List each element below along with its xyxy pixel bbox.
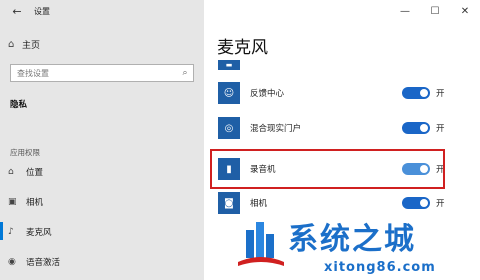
page-title: 麦克风 — [217, 38, 268, 58]
voice-activation-icon: ◉ — [8, 257, 16, 267]
microphone-icon: ♪ — [8, 227, 14, 237]
sidebar-item-microphone[interactable]: ♪ 麦克风 — [0, 222, 52, 240]
search-placeholder: 查找设置 — [17, 68, 49, 78]
back-arrow-icon[interactable]: ← — [6, 0, 28, 22]
home-icon: ⌂ — [8, 39, 15, 50]
sidebar-item-camera[interactable]: ▣ 相机 — [8, 196, 43, 208]
minimize-icon[interactable]: — — [390, 0, 420, 22]
watermark-url: xitong86.com — [324, 260, 436, 275]
watermark-text: 系统之城 — [288, 222, 416, 257]
app-name: 混合现实门户 — [250, 124, 302, 134]
feedback-hub-icon: ☺ — [218, 82, 240, 104]
watermark: 系统之城 xitong86.com — [236, 210, 480, 280]
mixed-reality-icon: ◎ — [218, 117, 240, 139]
section-heading-privacy: 隐私 — [10, 100, 28, 110]
nav-home[interactable]: ⌂ 主页 — [8, 38, 40, 51]
active-indicator — [0, 222, 3, 240]
search-icon[interactable]: ⌕ — [177, 68, 193, 78]
sidebar-item-label: 麦克风 — [26, 228, 52, 238]
app-row-mixed-reality-portal: ◎ 混合现实门户 开 — [218, 113, 448, 143]
microphone-toggle[interactable] — [402, 87, 430, 99]
app-row-feedback-hub: ☺ 反馈中心 开 — [218, 78, 448, 108]
toggle-state-label: 开 — [436, 89, 445, 99]
section-heading-app-permissions: 应用权限 — [10, 148, 40, 157]
sidebar-item-voice-activation[interactable]: ◉ 语音激活 — [8, 256, 60, 268]
nav-home-label: 主页 — [22, 41, 41, 51]
highlight-box — [210, 149, 445, 189]
settings-nav-pane: ← 设置 ⌂ 主页 查找设置 ⌕ 隐私 应用权限 ⌂ 位置 ▣ 相机 ♪ 麦克风… — [0, 0, 204, 280]
sidebar-item-label: 位置 — [26, 168, 44, 178]
sidebar-item-label: 相机 — [26, 198, 44, 208]
toggle-state-label: 开 — [436, 199, 445, 209]
app-name: 相机 — [250, 199, 268, 209]
toggle-state-label: 开 — [436, 124, 445, 134]
app-icon-partial: ▬ — [218, 60, 240, 70]
microphone-toggle[interactable] — [402, 122, 430, 134]
close-icon[interactable]: ✕ — [450, 0, 480, 22]
maximize-icon[interactable]: ☐ — [420, 0, 450, 22]
sidebar-item-location[interactable]: ⌂ 位置 — [8, 166, 43, 178]
camera-icon: ▣ — [8, 197, 17, 207]
search-input[interactable]: 查找设置 ⌕ — [10, 64, 194, 82]
window-controls: — ☐ ✕ — [390, 0, 480, 22]
sidebar-item-label: 语音激活 — [26, 258, 61, 268]
app-title: 设置 — [34, 6, 50, 16]
title-bar: ← 设置 — [0, 0, 204, 22]
app-name: 反馈中心 — [250, 89, 285, 99]
microphone-toggle[interactable] — [402, 197, 430, 209]
watermark-logo-icon — [238, 222, 284, 266]
location-icon: ⌂ — [8, 167, 14, 177]
